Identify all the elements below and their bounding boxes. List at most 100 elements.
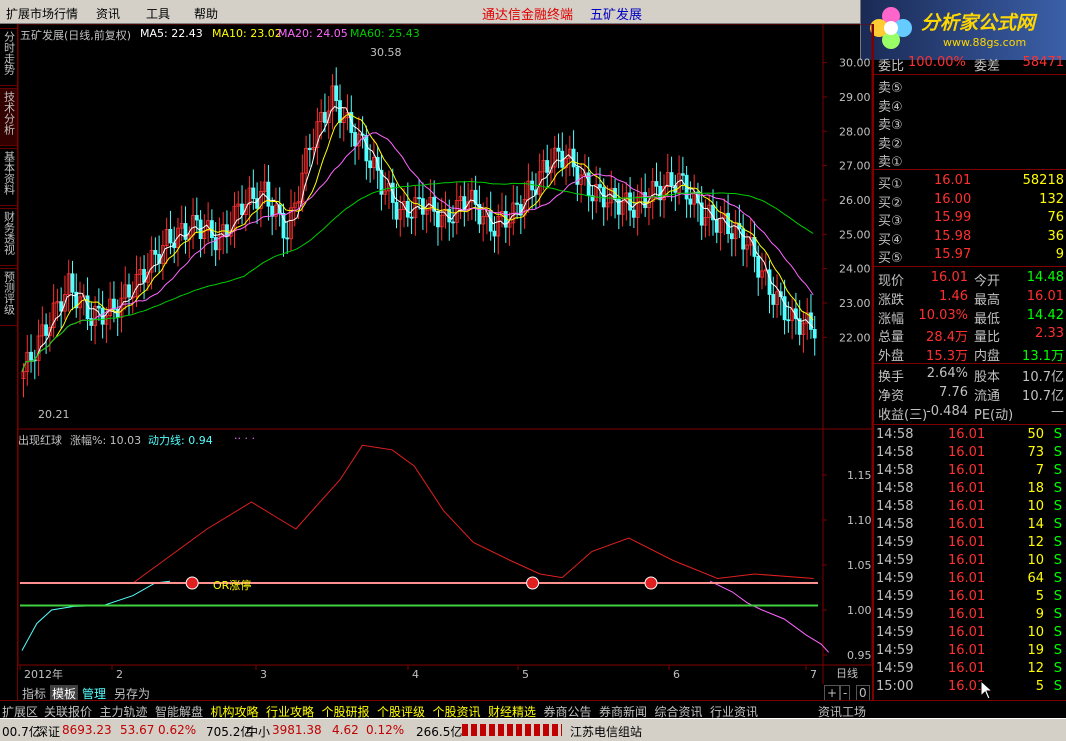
- buy-row[interactable]: 买④ 15.98 36: [874, 228, 1066, 248]
- candle-body: [771, 294, 776, 305]
- tick-row[interactable]: 14:59 16.01 19 S: [874, 642, 1066, 660]
- tick-row[interactable]: 14:58 16.01 7 S: [874, 462, 1066, 480]
- quote-row: 涨跌 1.46 最高 16.01: [874, 288, 1066, 308]
- tab-fundamentals-label: 基本资料: [2, 151, 16, 195]
- red-ball-icon: [185, 576, 199, 590]
- sell-row[interactable]: 卖④: [874, 95, 1066, 115]
- tab-forecast[interactable]: 预测评级: [0, 268, 17, 326]
- smallcap-label: 中小: [246, 725, 271, 739]
- tab-technical[interactable]: 技术分析: [0, 88, 17, 146]
- tick-row[interactable]: 14:59 16.01 12 S: [874, 660, 1066, 678]
- status-bar: 00.7亿 深证 8693.23 53.67 0.62% 705.2亿 中小 3…: [0, 718, 1066, 741]
- separator: [874, 74, 1066, 75]
- bottom-tab-bar: 扩展区 关联报价 主力轨迹 智能解盘 机构攻略 行业攻略 个股研报 个股评级 个股资讯 财经精选券…: [0, 700, 1066, 719]
- buy-label: 买④: [878, 232, 903, 248]
- tick-price: 16.01: [948, 463, 986, 478]
- tick-row[interactable]: 14:59 16.01 64 S: [874, 570, 1066, 588]
- server-site[interactable]: 江苏电信组站: [570, 723, 642, 740]
- candle-body: [409, 216, 414, 219]
- moving-average-line: [21, 105, 814, 372]
- app-window: 扩展市场行情 资讯 工具 帮助 通达信金融终端 五矿发展 分析家公式网 www.…: [0, 0, 1066, 741]
- tick-row[interactable]: 14:58 16.01 10 S: [874, 498, 1066, 516]
- quote-row: 现价 16.01 今开 14.48: [874, 269, 1066, 289]
- weibi-label: 委比: [878, 59, 905, 74]
- menu-item-tools[interactable]: 工具: [146, 5, 170, 22]
- quote-value-2: 14.42: [1026, 307, 1064, 323]
- stock-title: 五矿发展: [590, 8, 643, 23]
- sell-row[interactable]: 卖②: [874, 132, 1066, 152]
- sell-row[interactable]: 卖①: [874, 150, 1066, 170]
- tick-volume: 14: [1027, 517, 1044, 532]
- buy-row[interactable]: 买② 16.00 132: [874, 191, 1066, 211]
- quote-value-2: 2.33: [1035, 326, 1064, 342]
- chart-canvas[interactable]: 30.00 29.00 28.00 27.00 26.00 25.00 24.00 23.00…: [18, 24, 872, 684]
- tick-row[interactable]: 14:59 16.01 10 S: [874, 624, 1066, 642]
- y-tick-label: 22.00: [839, 331, 871, 344]
- quote-value: 10.03%: [918, 307, 968, 323]
- candle-body: [714, 219, 719, 233]
- tab-intraday[interactable]: 分时走势: [0, 28, 17, 86]
- candle-body: [515, 202, 519, 205]
- buy-row[interactable]: 买③ 15.99 76: [874, 209, 1066, 229]
- sell-row[interactable]: 卖⑤: [874, 76, 1066, 96]
- menu-item-help[interactable]: 帮助: [194, 5, 218, 22]
- tick-row[interactable]: 14:59 16.01 10 S: [874, 552, 1066, 570]
- candle-body: [767, 269, 772, 295]
- candle-body: [680, 173, 685, 176]
- zoom-in-button[interactable]: +: [824, 685, 841, 701]
- indicator-name: 出现红球: [18, 434, 62, 447]
- candle-body: [654, 181, 659, 187]
- tick-row[interactable]: 14:59 16.01 12 S: [874, 534, 1066, 552]
- zoom-out-button[interactable]: -: [840, 685, 851, 701]
- y-tick-label: 30.00: [839, 57, 871, 70]
- zoom-reset-button[interactable]: 0: [856, 685, 870, 701]
- tick-row[interactable]: 14:59 16.01 5 S: [874, 588, 1066, 606]
- tick-side: S: [1053, 607, 1062, 622]
- buy-row[interactable]: 买⑤ 15.97 9: [874, 246, 1066, 266]
- menu-item-market[interactable]: 扩展市场行情: [6, 5, 78, 22]
- tick-price: 16.01: [948, 517, 986, 532]
- tick-side: S: [1053, 679, 1062, 694]
- buy-price: 16.00: [934, 191, 972, 207]
- buy-price: 15.99: [934, 210, 972, 225]
- sell-row[interactable]: 卖③: [874, 113, 1066, 133]
- period-label[interactable]: 日线: [836, 665, 858, 681]
- indicator-tick-label: 1.15: [847, 469, 872, 482]
- indicator-zhangfu: 涨幅%: 10.03: [70, 434, 142, 447]
- tick-volume: 50: [1027, 427, 1044, 442]
- fin-label-2: PE(动): [974, 408, 1014, 423]
- candle-body: [368, 160, 373, 169]
- candle-body: [492, 230, 497, 237]
- chart-area[interactable]: 30.00 29.00 28.00 27.00 26.00 25.00 24.00 23.00…: [18, 24, 872, 684]
- buy-price: 16.01: [934, 173, 972, 188]
- tick-row[interactable]: 14:59 16.01 9 S: [874, 606, 1066, 624]
- limit-up-label: OR涨停: [213, 579, 252, 592]
- candle-body: [394, 202, 399, 220]
- quote-value: 16.01: [930, 270, 968, 285]
- quote-label-2: 今开: [974, 274, 1001, 289]
- tick-row[interactable]: 14:58 16.01 18 S: [874, 480, 1066, 498]
- tick-row[interactable]: 14:58 16.01 14 S: [874, 516, 1066, 534]
- fin-label-2: 流通: [974, 389, 1001, 404]
- tick-side: S: [1053, 445, 1062, 460]
- smallcap-percent: 0.12%: [366, 723, 405, 737]
- menu-item-news[interactable]: 资讯: [96, 5, 120, 22]
- red-ball-icon: [644, 576, 658, 590]
- tick-row[interactable]: 15:00 16.01 5 S: [874, 678, 1066, 696]
- sell-label: 卖①: [878, 155, 903, 170]
- tab-fundamentals[interactable]: 基本资料: [0, 148, 17, 206]
- tick-row[interactable]: 14:58 16.01 50 S: [874, 426, 1066, 444]
- candle-body: [307, 147, 312, 151]
- buy-row[interactable]: 买① 16.01 58218: [874, 172, 1066, 192]
- status-left-amount: 00.7亿: [2, 725, 41, 739]
- tab-forecast-label: 预测评级: [2, 271, 16, 315]
- tab-financials[interactable]: 财务透视: [0, 208, 17, 266]
- sell-label: 卖③: [878, 118, 903, 133]
- candle-body: [451, 221, 455, 224]
- tick-row[interactable]: 14:58 16.01 73 S: [874, 444, 1066, 462]
- candle-body: [669, 172, 674, 186]
- y-tick-label: 23.00: [839, 297, 871, 310]
- quote-label: 总量: [878, 330, 905, 346]
- candle-body: [70, 273, 75, 293]
- buy-volume: 36: [1047, 228, 1064, 244]
